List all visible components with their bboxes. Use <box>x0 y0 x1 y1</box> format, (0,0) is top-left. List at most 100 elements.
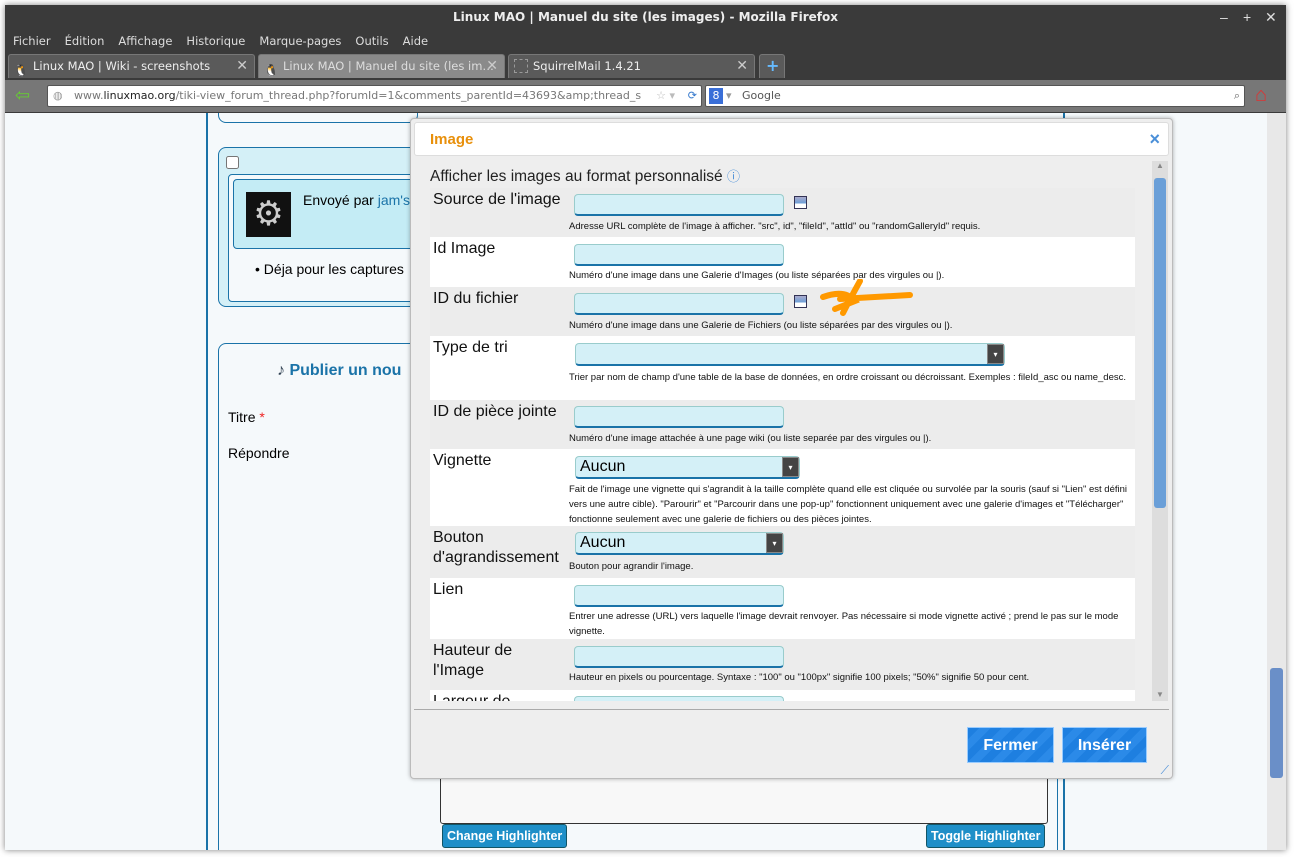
maximize-button[interactable]: + <box>1243 5 1251 30</box>
reload-icon[interactable]: ⟳ <box>687 86 697 106</box>
link-input[interactable] <box>574 585 784 607</box>
minimize-button[interactable]: – <box>1220 5 1228 30</box>
field-help: Fait de l'image une vignette qui s'agran… <box>569 484 1127 525</box>
resize-handle-icon[interactable]: ⟋ <box>1161 763 1169 778</box>
sort-type-select[interactable]: ▾ <box>575 343 1005 366</box>
file-picker-icon[interactable] <box>794 295 807 308</box>
dialog-scrollbar[interactable]: ▲ ▼ <box>1152 161 1168 701</box>
menu-bar: Fichier Édition Affichage Historique Mar… <box>5 30 1286 52</box>
toggle-highlighter-button[interactable]: Toggle Highlighter <box>926 824 1046 848</box>
menu-fichier[interactable]: Fichier <box>13 30 51 52</box>
field-label: Largeur de <box>433 692 510 701</box>
id-image-input[interactable] <box>574 244 784 266</box>
new-tab-button[interactable]: + <box>759 54 785 78</box>
tab-label: Linux MAO | Wiki - screenshots <box>33 59 211 73</box>
dialog-title: Image <box>430 131 474 148</box>
field-row-source: Source de l'image Adresse URL complète de… <box>430 188 1135 237</box>
field-label: ID de pièce jointe <box>433 403 557 420</box>
tab-squirrelmail[interactable]: SquirrelMail 1.4.21 ✕ <box>508 54 755 78</box>
tab-manuel-images[interactable]: 🐧 Linux MAO | Manuel du site (les im… ✕ <box>258 54 505 78</box>
field-help: Adresse URL complète de l'image à affich… <box>569 221 981 232</box>
post-checkbox[interactable] <box>226 156 239 169</box>
field-label: ID du fichier <box>433 290 519 307</box>
page-scrollbar[interactable] <box>1267 113 1286 850</box>
field-help: Numéro d'une image attachée à une page w… <box>569 433 932 444</box>
close-window-button[interactable]: ✕ <box>1265 5 1277 30</box>
google-icon[interactable]: 8 <box>709 88 723 104</box>
width-input[interactable] <box>574 696 784 701</box>
required-marker: * <box>259 409 265 425</box>
tux-icon: 🐧 <box>14 63 29 77</box>
search-icon[interactable]: ⌕ <box>1234 86 1240 106</box>
globe-icon: ◍ <box>53 89 63 102</box>
menu-outils[interactable]: Outils <box>355 30 388 52</box>
close-tab-icon[interactable]: ✕ <box>236 55 248 77</box>
tab-label: Linux MAO | Manuel du site (les im… <box>283 59 494 73</box>
menu-marque-pages[interactable]: Marque-pages <box>259 30 341 52</box>
thumbnail-select[interactable]: Aucun ▾ <box>575 456 800 479</box>
scroll-down-icon[interactable]: ▼ <box>1156 690 1164 699</box>
tab-strip: 🐧 Linux MAO | Wiki - screenshots ✕ 🐧 Linux … <box>5 52 1286 78</box>
home-icon[interactable]: ⌂ <box>1255 84 1267 107</box>
close-tab-icon[interactable]: ✕ <box>486 55 498 77</box>
search-bar[interactable]: 8 ▾ Google ⌕ <box>705 85 1245 107</box>
enlarge-button-select[interactable]: Aucun ▾ <box>575 532 784 555</box>
browser-window: Linux MAO | Manuel du site (les images) … <box>5 5 1286 850</box>
publish-title: Publier un nou <box>289 362 402 379</box>
navigation-bar: ⇦ ◍ www.linuxmao.org/tiki-view_forum_thr… <box>5 80 1286 112</box>
scrollbar-thumb[interactable] <box>1154 178 1166 508</box>
select-value: Aucun <box>580 534 626 551</box>
menu-affichage[interactable]: Affichage <box>118 30 172 52</box>
title-label: Titre <box>228 409 256 425</box>
field-label: Vignette <box>433 452 492 469</box>
close-button[interactable]: Fermer <box>967 727 1054 763</box>
field-help: Trier par nom de champ d'une table de la… <box>569 372 1127 383</box>
url-domain: linuxmao.org <box>103 89 176 102</box>
music-note-icon: ♪ <box>277 362 290 379</box>
menu-edition[interactable]: Édition <box>65 30 105 52</box>
field-row-link: Lien Entrer une adresse (URL) vers laquel… <box>430 578 1135 639</box>
author-link[interactable]: jam's <box>378 192 410 208</box>
chevron-down-icon: ▾ <box>766 533 783 553</box>
chevron-down-icon: ▾ <box>782 457 799 477</box>
height-input[interactable] <box>574 646 784 668</box>
close-tab-icon[interactable]: ✕ <box>736 55 748 77</box>
sent-by-label: Envoyé par <box>303 192 378 208</box>
attachment-id-input[interactable] <box>574 406 784 428</box>
source-input[interactable] <box>574 194 784 216</box>
scrollbar-thumb[interactable] <box>1270 668 1283 778</box>
close-icon[interactable]: × <box>1149 129 1160 150</box>
reply-label: Répondre <box>228 445 290 461</box>
field-help: Bouton pour agrandir l'image. <box>569 561 694 572</box>
image-picker-icon[interactable] <box>794 196 807 209</box>
tux-icon: 🐧 <box>264 63 279 77</box>
bookmark-star-icon[interactable]: ☆ ▾ <box>656 86 675 106</box>
field-label: Source de l'image <box>433 191 561 208</box>
field-row-id-image: Id Image Numéro d'une image dans une Gale… <box>430 237 1135 287</box>
menu-historique[interactable]: Historique <box>186 30 245 52</box>
url-prefix: www. <box>74 89 104 102</box>
intro-text: Afficher les images au format personnali… <box>430 168 723 185</box>
change-highlighter-button[interactable]: Change Highlighter <box>442 824 568 848</box>
url-bar[interactable]: ◍ www.linuxmao.org/tiki-view_forum_threa… <box>47 85 702 107</box>
help-icon[interactable]: ⓘ <box>727 169 740 184</box>
insert-button[interactable]: Insérer <box>1062 727 1147 763</box>
chevron-down-icon: ▾ <box>987 344 1004 364</box>
file-id-input[interactable] <box>574 293 784 315</box>
field-label: Lien <box>433 581 464 598</box>
field-row-enlarge-button: Bouton d'agrandissement Aucun ▾ Bouton pour… <box>430 526 1135 578</box>
tab-label: SquirrelMail 1.4.21 <box>533 59 641 73</box>
reply-textarea[interactable] <box>440 774 1048 824</box>
field-label: Id Image <box>433 240 496 257</box>
blank-page-icon <box>514 59 528 73</box>
menu-aide[interactable]: Aide <box>403 30 428 52</box>
tab-wiki-screenshots[interactable]: 🐧 Linux MAO | Wiki - screenshots ✕ <box>8 54 255 78</box>
search-placeholder: Google <box>742 89 781 102</box>
dialog-divider <box>414 709 1169 710</box>
back-arrow-icon[interactable]: ⇦ <box>15 85 30 106</box>
field-help: Hauteur en pixels ou pourcentage. Syntax… <box>569 672 1030 683</box>
field-label: Type de tri <box>433 339 508 356</box>
dialog-body: Afficher les images au format personnali… <box>411 161 1173 701</box>
scroll-up-icon[interactable]: ▲ <box>1156 161 1164 170</box>
previous-post-box <box>218 113 418 123</box>
